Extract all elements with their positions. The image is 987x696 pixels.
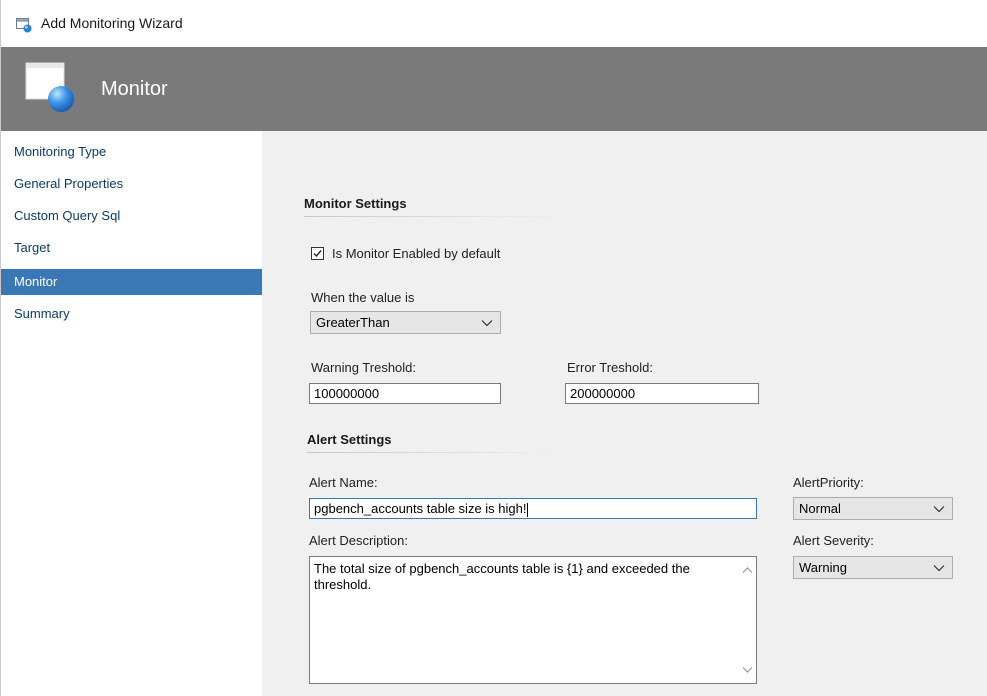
wizard-content: Monitor Settings Is Monitor Enabled by d… [262,131,987,696]
monitor-wizard-icon [25,62,74,112]
sidebar-item-monitor[interactable]: Monitor [1,269,262,295]
section-divider [307,452,567,453]
wizard-window-icon [16,18,32,33]
title-bar: Add Monitoring Wizard [1,0,987,48]
monitor-enabled-label[interactable]: Is Monitor Enabled by default [332,246,500,261]
alert-name-label: Alert Name: [309,475,378,490]
alert-description-label: Alert Description: [309,533,408,548]
alert-description-value: The total size of pgbench_accounts table… [314,561,690,592]
alert-priority-select[interactable]: Normal [793,497,953,520]
alert-settings-heading: Alert Settings [307,432,392,447]
alert-severity-select[interactable]: Warning [793,556,953,579]
textarea-scrollbar[interactable] [739,557,756,683]
error-threshold-input[interactable]: 200000000 [565,383,759,404]
page-title: Monitor [101,78,168,100]
sidebar-item-monitoring-type[interactable]: Monitoring Type [1,139,262,165]
when-value-selected: GreaterThan [316,315,390,330]
when-value-label: When the value is [311,290,415,305]
alert-priority-selected: Normal [799,501,841,516]
section-divider [304,216,564,217]
checkmark-icon [313,250,322,258]
monitor-enabled-checkbox[interactable] [311,247,324,260]
when-value-select[interactable]: GreaterThan [310,311,501,334]
scroll-down-icon[interactable] [742,666,753,674]
window-title: Add Monitoring Wizard [41,15,183,31]
chevron-down-icon [481,320,493,327]
wizard-window: Add Monitoring Wizard Monitor Monitoring… [0,0,987,696]
sidebar-item-custom-query-sql[interactable]: Custom Query Sql [1,203,262,229]
alert-severity-label: Alert Severity: [793,533,874,548]
monitor-settings-heading: Monitor Settings [304,196,407,211]
warning-threshold-label: Warning Treshold: [311,360,417,375]
chevron-down-icon [933,506,945,513]
chevron-down-icon [933,565,945,572]
alert-description-textarea[interactable]: The total size of pgbench_accounts table… [309,556,757,684]
sidebar-item-target[interactable]: Target [1,235,262,261]
wizard-steps-sidebar: Monitoring Type General Properties Custo… [1,131,262,696]
sidebar-item-general-properties[interactable]: General Properties [1,171,262,197]
alert-name-value: pgbench_accounts table size is high! [314,501,527,516]
sidebar-item-summary[interactable]: Summary [1,301,262,327]
scroll-up-icon[interactable] [742,566,753,574]
error-threshold-label: Error Treshold: [567,360,653,375]
alert-priority-label: AlertPriority: [793,475,864,490]
text-caret [527,502,529,517]
alert-severity-selected: Warning [799,560,847,575]
warning-threshold-input[interactable]: 100000000 [309,383,501,404]
wizard-banner: Monitor [1,47,987,131]
alert-name-input[interactable]: pgbench_accounts table size is high! [309,498,757,519]
